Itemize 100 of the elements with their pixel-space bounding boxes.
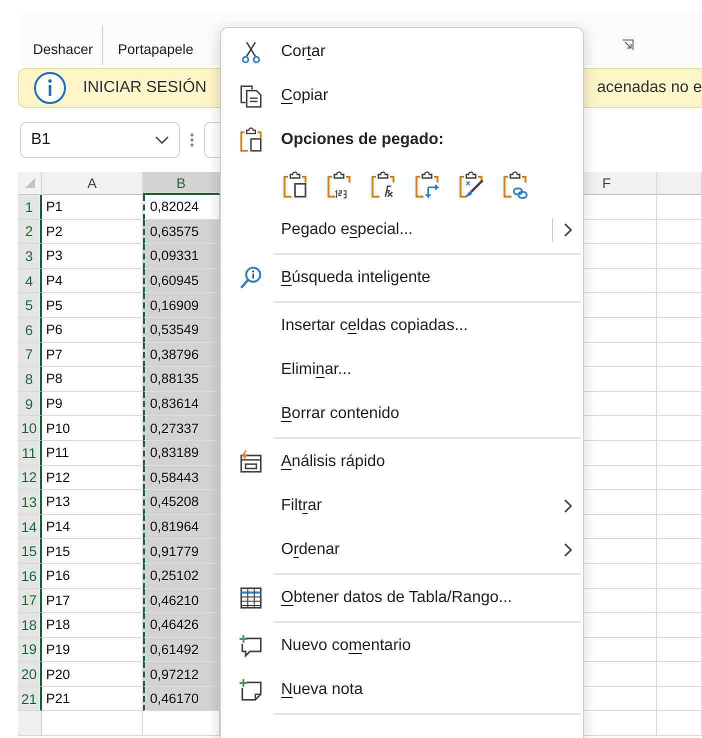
row-header[interactable]: 9 <box>18 392 42 416</box>
row-header[interactable]: 13 <box>18 490 42 515</box>
column-header <box>657 172 702 195</box>
info-icon <box>33 71 67 105</box>
row-header[interactable]: 2 <box>18 220 42 244</box>
row-header[interactable]: 10 <box>18 416 42 441</box>
table-cell: 0,53549 <box>143 318 220 343</box>
table-cell: 0,46210 <box>143 588 220 614</box>
new-comment-icon <box>238 633 264 659</box>
ribbon-group-label: Deshacer <box>33 41 93 57</box>
menu-item[interactable]: Cortar <box>221 30 583 74</box>
row-header[interactable]: 5 <box>18 293 42 318</box>
paste-icon[interactable] <box>281 171 309 199</box>
row-header[interactable]: 11 <box>18 440 42 466</box>
paste-link-icon[interactable] <box>501 171 529 199</box>
table-cell <box>657 244 702 269</box>
paste-transpose-icon[interactable] <box>413 171 441 199</box>
menu-item[interactable]: Copiar <box>221 74 583 118</box>
row-header[interactable]: 8 <box>18 367 42 392</box>
row-header[interactable]: 15 <box>18 539 42 564</box>
row-header <box>18 711 42 736</box>
row-header[interactable]: 18 <box>18 613 42 638</box>
table-cell: 0,83614 <box>143 392 220 416</box>
menu-item[interactable]: Búsqueda inteligente <box>221 256 583 300</box>
table-cell <box>657 613 702 638</box>
menu-item[interactable]: Eliminar... <box>221 348 583 392</box>
table-cell <box>657 392 702 416</box>
chevron-down-icon[interactable] <box>155 136 169 144</box>
row-header[interactable]: 12 <box>18 466 42 490</box>
table-cell <box>657 490 702 515</box>
table-cell <box>657 220 702 244</box>
table-cell <box>657 711 702 736</box>
quick-analysis-icon <box>238 449 264 475</box>
table-icon <box>238 585 264 611</box>
more-icon <box>190 132 194 148</box>
menu-item[interactable]: Insertar celdas copiadas... <box>221 304 583 348</box>
table-cell: 0,38796 <box>143 342 220 368</box>
table-cell: 0,25102 <box>143 564 220 588</box>
table-cell <box>657 539 702 564</box>
table-cell: 0,16909 <box>143 293 220 318</box>
column-header[interactable]: B <box>143 172 220 195</box>
clipboard-icon <box>238 127 264 153</box>
table-cell: 0,83189 <box>143 440 220 466</box>
menu-heading: Opciones de pegado: <box>221 118 583 162</box>
table-cell: 0,45208 <box>143 490 220 515</box>
table-cell <box>657 686 702 712</box>
table-cell <box>657 638 702 662</box>
column-header[interactable]: A <box>42 172 143 195</box>
row-header[interactable]: 6 <box>18 318 42 343</box>
table-cell <box>657 367 702 392</box>
row-header[interactable]: 21 <box>18 686 42 712</box>
menu-item[interactable]: Ordenar <box>221 528 583 572</box>
table-cell: 0,97212 <box>143 662 220 687</box>
table-cell: 0,91779 <box>143 539 220 564</box>
row-header[interactable]: 3 <box>18 244 42 269</box>
paste-values-icon[interactable] <box>325 171 353 199</box>
table-cell: 0,63575 <box>143 220 220 244</box>
row-header[interactable]: 4 <box>18 268 42 294</box>
table-cell: 0,88135 <box>143 367 220 392</box>
table-cell <box>657 564 702 588</box>
dialog-launcher-icon[interactable] <box>622 39 634 51</box>
row-header[interactable]: 19 <box>18 638 42 662</box>
row-header[interactable]: 20 <box>18 662 42 687</box>
name-box[interactable]: B1 <box>20 122 180 158</box>
table-cell <box>657 588 702 614</box>
table-cell <box>657 195 702 220</box>
table-cell <box>657 440 702 466</box>
menu-item[interactable]: Borrar contenido <box>221 392 583 436</box>
ribbon-group-label: Portapapele <box>118 41 194 57</box>
table-cell: 0,82024 <box>143 195 220 220</box>
copy-icon <box>238 83 264 109</box>
menu-item[interactable]: Nueva nota <box>221 668 583 712</box>
table-cell <box>657 268 702 294</box>
menu-item[interactable]: Pegado especial... <box>221 208 583 252</box>
table-cell: 0,27337 <box>143 416 220 441</box>
table-cell <box>657 293 702 318</box>
menu-item[interactable]: Obtener datos de Tabla/Rango... <box>221 576 583 620</box>
table-cell: 0,81964 <box>143 514 220 540</box>
row-header[interactable]: 14 <box>18 514 42 540</box>
paste-formatting-icon[interactable] <box>457 171 485 199</box>
smart-search-icon <box>238 265 264 291</box>
table-cell: 0,09331 <box>143 244 220 269</box>
menu-item[interactable]: Análisis rápido <box>221 440 583 484</box>
row-header[interactable]: 16 <box>18 564 42 588</box>
table-cell: 0,61492 <box>143 638 220 662</box>
table-cell: 0,58443 <box>143 466 220 490</box>
table-cell <box>657 318 702 343</box>
table-cell <box>657 466 702 490</box>
paste-formulas-icon[interactable] <box>369 171 397 199</box>
table-cell <box>657 662 702 687</box>
row-header[interactable]: 17 <box>18 588 42 614</box>
table-cell <box>657 416 702 441</box>
menu-item[interactable]: Nuevo comentario <box>221 624 583 668</box>
menu-item[interactable]: Filtrar <box>221 484 583 528</box>
row-header[interactable]: 1 <box>18 195 42 220</box>
info-message: acenadas no e <box>597 79 702 97</box>
info-title: INICIAR SESIÓN <box>83 79 207 97</box>
table-cell: 0,46426 <box>143 613 220 638</box>
table-cell <box>657 342 702 368</box>
row-header[interactable]: 7 <box>18 342 42 368</box>
